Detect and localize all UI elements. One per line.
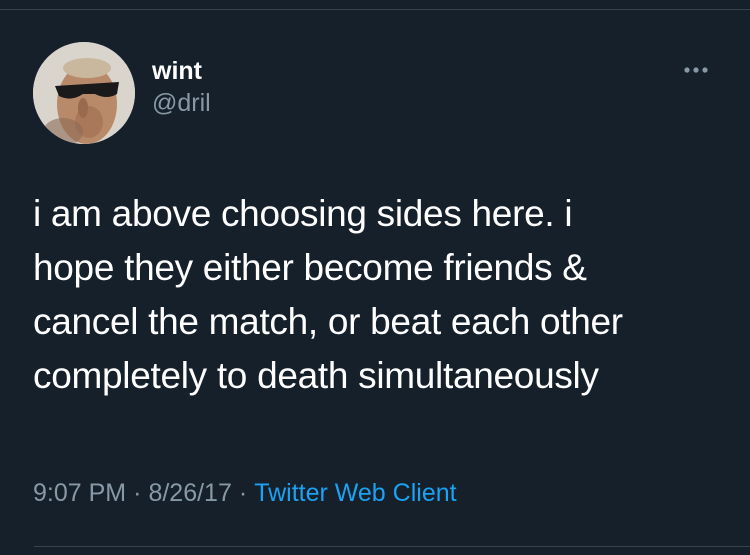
more-options-button[interactable] [676,58,716,82]
user-handle[interactable]: @dril [152,88,211,118]
separator-dot: · [133,479,142,507]
tweet-time[interactable]: 9:07 PM [33,479,126,507]
avatar-image [33,42,135,144]
bottom-divider [34,546,750,547]
tweet-text: i am above choosing sides here. i hope t… [33,193,623,396]
avatar[interactable] [33,42,135,144]
top-divider [0,9,750,10]
tweet-metadata: 9:07 PM · 8/26/17 · Twitter Web Client [33,476,457,510]
separator-dot: · [238,479,248,507]
tweet-client-link[interactable]: Twitter Web Client [254,479,456,507]
more-horizontal-icon [684,67,708,73]
tweet-date[interactable]: 8/26/17 [148,479,231,507]
display-name[interactable]: wint [152,56,202,86]
